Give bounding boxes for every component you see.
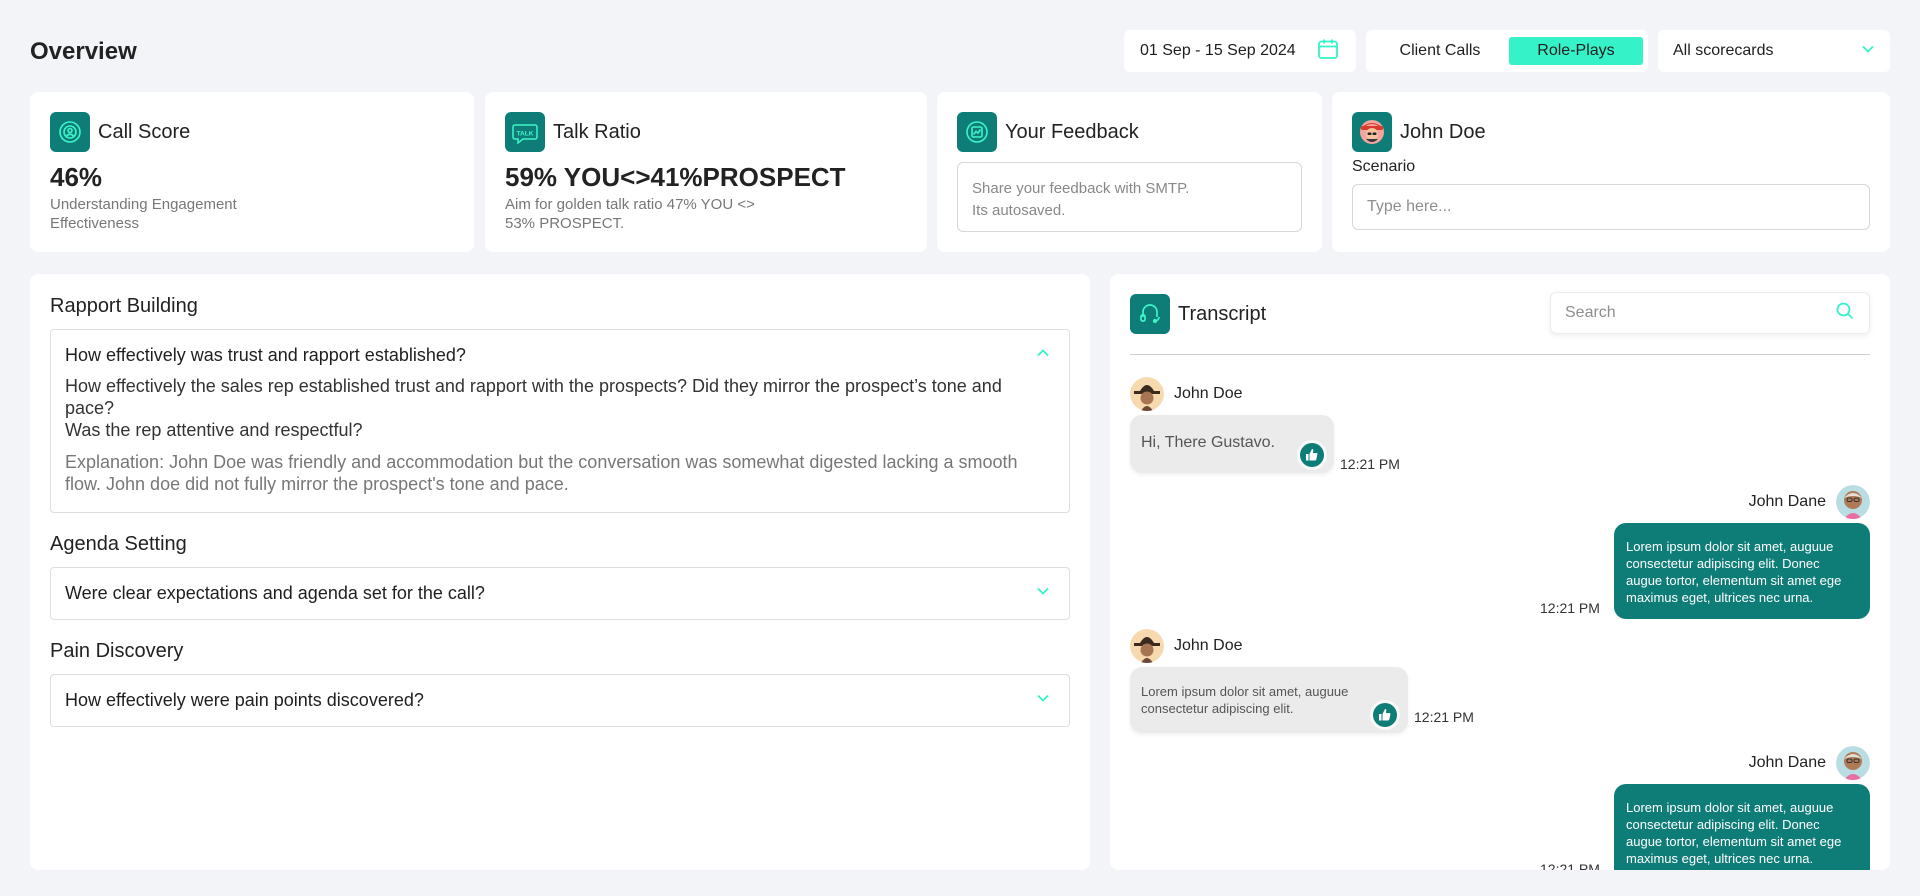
avatar xyxy=(1836,746,1870,780)
message-text-line: consectetur adipiscing elit. xyxy=(1141,701,1294,716)
question-rapport-detail: How effectively the sales rep establishe… xyxy=(51,375,1069,512)
message-sender-name: John Dane xyxy=(1748,493,1826,510)
page-title: Overview xyxy=(30,38,137,65)
question-pain-header[interactable]: How effectively were pain points discove… xyxy=(51,675,1069,726)
feedback-title: Your Feedback xyxy=(1005,120,1139,143)
thumbs-up-icon[interactable] xyxy=(1373,703,1397,727)
persona-name: John Doe xyxy=(1400,120,1486,143)
message-text-line: maximus eget, ultrices nec urna. xyxy=(1626,851,1814,866)
persona-card: John Doe Scenario xyxy=(1332,92,1890,252)
date-range-picker[interactable]: 01 Sep - 15 Sep 2024 xyxy=(1124,30,1356,72)
chevron-down-icon xyxy=(1860,41,1876,62)
message-text: Hi, There Gustavo. xyxy=(1141,434,1275,451)
section-title-rapport: Rapport Building xyxy=(50,295,198,317)
transcript-panel: Transcript John Doe Hi, There Gustavo. 1… xyxy=(1110,274,1890,870)
section-title-pain: Pain Discovery xyxy=(50,640,184,662)
call-score-subtitle-1: Understanding Engagement xyxy=(50,196,237,213)
question-pain-text: How effectively were pain points discove… xyxy=(65,690,424,710)
talk-ratio-value: 59% YOU<>41%PROSPECT xyxy=(505,162,846,192)
date-range-value: 01 Sep - 15 Sep 2024 xyxy=(1140,42,1296,59)
transcript-search xyxy=(1550,292,1870,334)
talk-ratio-subtitle-1: Aim for golden talk ratio 47% YOU <> xyxy=(505,196,755,213)
question-agenda-text: Were clear expectations and agenda set f… xyxy=(65,583,485,603)
message-sender-name: John Doe xyxy=(1174,385,1243,402)
message-bubble: Lorem ipsum dolor sit amet, auguue conse… xyxy=(1614,784,1870,870)
role-plays-toggle[interactable]: Role-Plays xyxy=(1508,37,1643,65)
message-text-line: consectetur adipiscing elit. Donec xyxy=(1626,817,1820,832)
call-score-title: Call Score xyxy=(98,120,191,143)
message-bubble: Lorem ipsum dolor sit amet, auguue conse… xyxy=(1614,523,1870,619)
talk-bubble-icon: TALK xyxy=(505,112,545,152)
avatar xyxy=(1130,377,1164,411)
message-timestamp: 12:21 PM xyxy=(1414,709,1474,725)
call-score-card: Call Score 46% Understanding Engagement … xyxy=(30,92,474,252)
question-rapport: How effectively was trust and rapport es… xyxy=(50,329,1070,513)
message-text-line: Lorem ipsum dolor sit amet, auguue xyxy=(1626,539,1834,554)
question-rapport-explanation-1: Explanation: John Doe was friendly and a… xyxy=(65,452,1018,472)
call-type-toggle: Client Calls Role-Plays xyxy=(1366,30,1648,72)
message-timestamp: 12:21 PM xyxy=(1540,600,1600,616)
call-score-subtitle-2: Effectiveness xyxy=(50,215,139,232)
question-agenda: Were clear expectations and agenda set f… xyxy=(50,567,1070,620)
message-sender-name: John Doe xyxy=(1174,637,1243,654)
feedback-icon xyxy=(957,112,997,152)
question-rapport-description-2: Was the rep attentive and respectful? xyxy=(65,420,363,440)
transcript-search-input[interactable] xyxy=(1565,304,1835,322)
question-rapport-header[interactable]: How effectively was trust and rapport es… xyxy=(51,330,1069,381)
question-rapport-text: How effectively was trust and rapport es… xyxy=(65,345,466,365)
message-text-line: Lorem ipsum dolor sit amet, auguue xyxy=(1141,684,1349,699)
message-timestamp: 12:21 PM xyxy=(1540,861,1600,870)
message-sender-row: John Dane xyxy=(1749,485,1870,519)
message-timestamp: 12:21 PM xyxy=(1340,456,1400,472)
message-text-line: consectetur adipiscing elit. Donec xyxy=(1626,556,1820,571)
scorecard-panel: Rapport Building How effectively was tru… xyxy=(30,274,1090,870)
chevron-up-icon[interactable] xyxy=(1035,345,1051,366)
message-sender-row: John Doe xyxy=(1130,629,1243,663)
message-bubble: Hi, There Gustavo. xyxy=(1130,415,1334,473)
chevron-down-icon[interactable] xyxy=(1035,690,1051,711)
message-text-line: maximus eget, ultrices nec urna. xyxy=(1626,590,1814,605)
call-score-value: 46% xyxy=(50,162,103,192)
transcript-icon xyxy=(1130,294,1170,334)
message-text-line: augue tortor, elementum sit amet ege xyxy=(1626,573,1842,588)
section-title-agenda: Agenda Setting xyxy=(50,533,187,555)
calendar-icon[interactable] xyxy=(1316,37,1340,66)
message-text-line: augue tortor, elementum sit amet ege xyxy=(1626,834,1842,849)
feedback-placeholder-1: Share your feedback with SMTP. xyxy=(972,180,1190,197)
persona-avatar-icon xyxy=(1352,112,1392,152)
client-calls-toggle[interactable]: Client Calls xyxy=(1371,37,1509,65)
question-rapport-description-1: How effectively the sales rep establishe… xyxy=(65,376,1002,418)
feedback-placeholder-2: Its autosaved. xyxy=(972,202,1066,219)
svg-text:TALK: TALK xyxy=(517,131,534,138)
message-sender-row: John Dane xyxy=(1749,746,1870,780)
scorecard-select[interactable]: All scorecards xyxy=(1658,30,1890,72)
talk-ratio-subtitle-2: 53% PROSPECT. xyxy=(505,215,625,232)
avatar xyxy=(1130,629,1164,663)
call-score-icon xyxy=(50,112,90,152)
search-icon[interactable] xyxy=(1835,301,1855,326)
transcript-title: Transcript xyxy=(1178,302,1267,325)
avatar xyxy=(1836,485,1870,519)
transcript-divider xyxy=(1130,354,1870,355)
message-bubble: Lorem ipsum dolor sit amet, auguue conse… xyxy=(1130,667,1408,733)
chevron-down-icon[interactable] xyxy=(1035,583,1051,604)
feedback-card: Your Feedback Share your feedback with S… xyxy=(937,92,1322,252)
message-sender-name: John Dane xyxy=(1748,754,1826,771)
thumbs-up-icon[interactable] xyxy=(1300,443,1324,467)
feedback-textarea[interactable]: Share your feedback with SMTP. Its autos… xyxy=(957,162,1302,232)
question-rapport-explanation-2: flow. John doe did not fully mirror the … xyxy=(65,474,569,494)
question-agenda-header[interactable]: Were clear expectations and agenda set f… xyxy=(51,568,1069,619)
message-sender-row: John Doe xyxy=(1130,377,1243,411)
question-pain: How effectively were pain points discove… xyxy=(50,674,1070,727)
talk-ratio-title: Talk Ratio xyxy=(553,120,641,143)
message-text-line: Lorem ipsum dolor sit amet, auguue xyxy=(1626,800,1834,815)
scenario-label: Scenario xyxy=(1352,158,1416,175)
talk-ratio-card: TALK Talk Ratio 59% YOU<>41%PROSPECT Aim… xyxy=(485,92,927,252)
scorecard-select-value: All scorecards xyxy=(1673,42,1774,59)
scenario-input[interactable] xyxy=(1352,184,1870,230)
